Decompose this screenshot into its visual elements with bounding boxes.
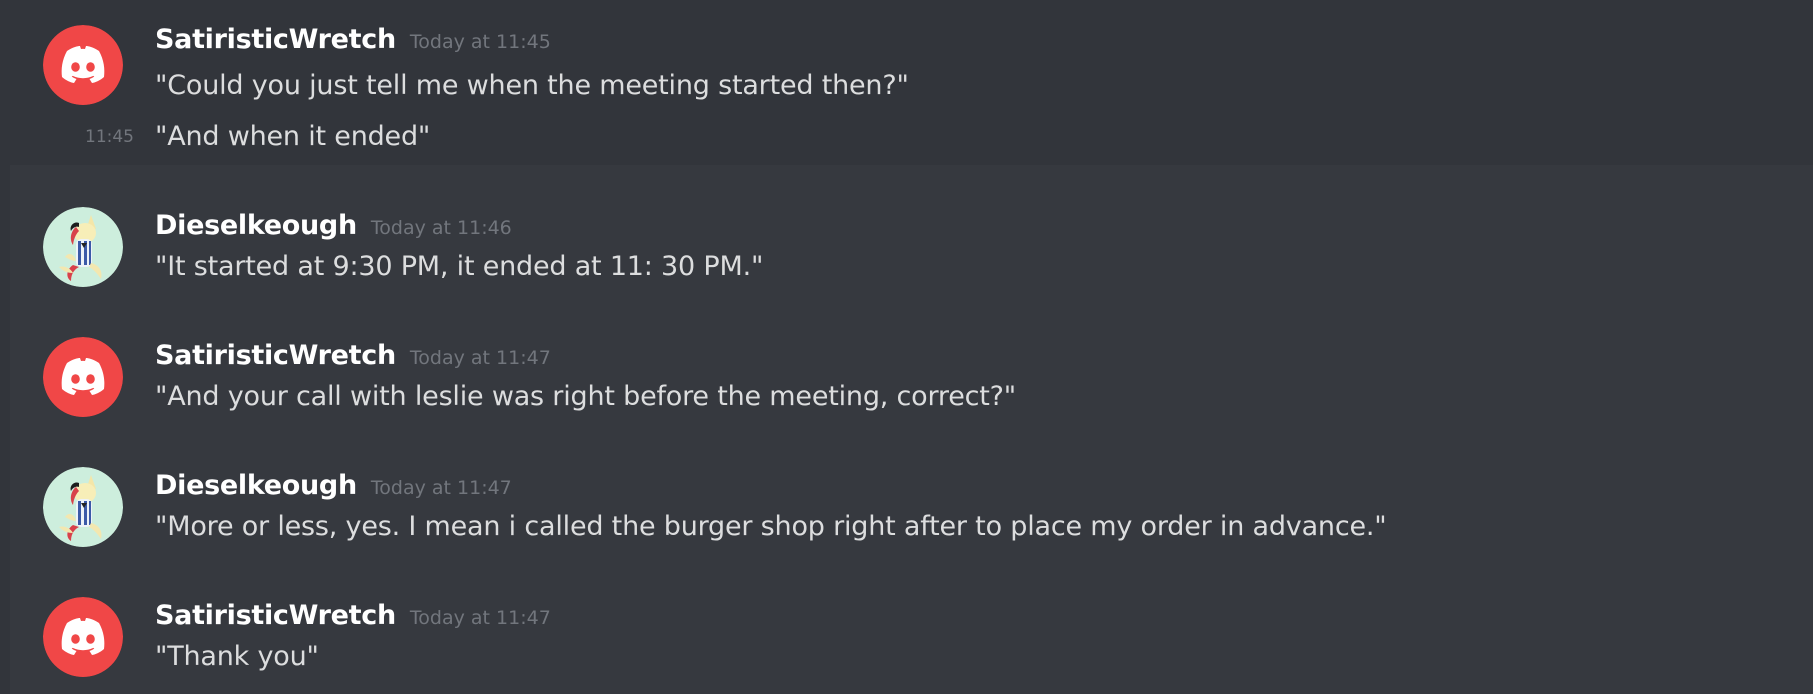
message-text: "More or less, yes. I mean i called the … <box>155 511 1387 542</box>
message-group[interactable]: SatiristicWretch Today at 11:47 "Thank yo… <box>10 585 1813 694</box>
inline-timestamp[interactable]: 11:45 <box>85 127 134 147</box>
discord-avatar-icon[interactable] <box>43 597 123 677</box>
timestamp[interactable]: Today at 11:45 <box>410 31 551 53</box>
message-text: "Could you just tell me when the meeting… <box>155 70 909 101</box>
pony-avatar-icon[interactable] <box>43 467 123 547</box>
username[interactable]: Dieselkeough <box>155 470 357 501</box>
message-header: SatiristicWretch Today at 11:45 <box>155 24 551 55</box>
discord-avatar-icon[interactable] <box>43 337 123 417</box>
discord-avatar-icon[interactable] <box>43 25 123 105</box>
username[interactable]: SatiristicWretch <box>155 24 396 55</box>
message-group[interactable]: Dieselkeough Today at 11:46 "It started a… <box>10 195 1813 305</box>
username[interactable]: SatiristicWretch <box>155 600 396 631</box>
message-text: "And when it ended" <box>155 121 431 152</box>
message-text: "Thank you" <box>155 641 319 672</box>
chat-message-list: SatiristicWretch Today at 11:45 "Could yo… <box>0 0 1813 694</box>
timestamp[interactable]: Today at 11:47 <box>410 347 551 369</box>
message-group[interactable]: SatiristicWretch Today at 11:45 "Could yo… <box>10 0 1813 165</box>
timestamp[interactable]: Today at 11:47 <box>410 607 551 629</box>
timestamp[interactable]: Today at 11:47 <box>371 477 512 499</box>
scroll-edge <box>0 0 10 694</box>
message-group[interactable]: Dieselkeough Today at 11:47 "More or less… <box>10 455 1813 565</box>
timestamp[interactable]: Today at 11:46 <box>371 217 512 239</box>
message-header: SatiristicWretch Today at 11:47 <box>155 340 551 371</box>
message-group[interactable]: SatiristicWretch Today at 11:47 "And your… <box>10 325 1813 435</box>
message-header: SatiristicWretch Today at 11:47 <box>155 600 551 631</box>
message-text: "It started at 9:30 PM, it ended at 11: … <box>155 251 764 282</box>
message-text: "And your call with leslie was right bef… <box>155 381 1017 412</box>
username[interactable]: Dieselkeough <box>155 210 357 241</box>
message-header: Dieselkeough Today at 11:46 <box>155 210 512 241</box>
pony-avatar-icon[interactable] <box>43 207 123 287</box>
message-header: Dieselkeough Today at 11:47 <box>155 470 512 501</box>
username[interactable]: SatiristicWretch <box>155 340 396 371</box>
